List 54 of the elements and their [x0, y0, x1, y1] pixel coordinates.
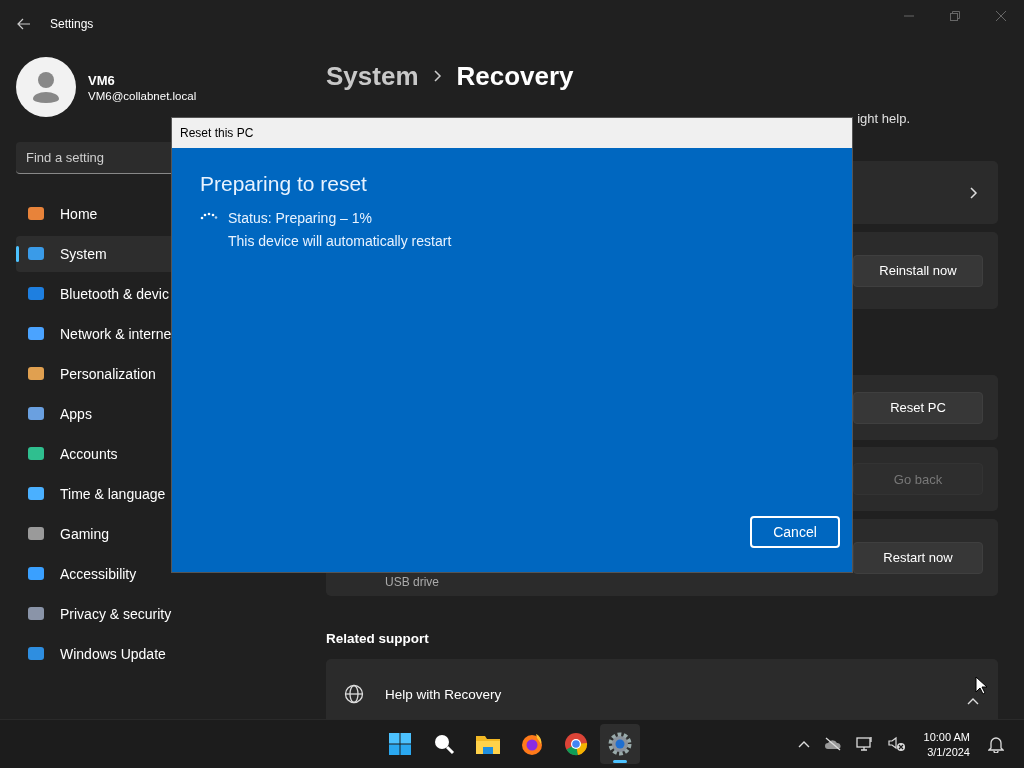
dialog-heading: Preparing to reset [200, 172, 367, 195]
chevron-up-icon[interactable] [797, 740, 810, 748]
nav-icon [27, 245, 45, 263]
action-button[interactable]: Restart now [853, 541, 983, 574]
nav-icon [27, 605, 45, 623]
cursor-icon [975, 676, 987, 695]
taskbar-app[interactable] [600, 724, 640, 764]
browser-icon [564, 732, 588, 756]
windows-icon [388, 732, 412, 756]
help-item[interactable]: Help with Recovery [326, 659, 998, 720]
nav-icon [27, 325, 45, 343]
volume-muted-icon[interactable] [887, 736, 906, 752]
user-email: VM6@collabnet.local [88, 89, 197, 102]
gear-icon [608, 732, 632, 756]
cancel-button[interactable]: Cancel [750, 516, 840, 548]
nav-icon [27, 445, 45, 463]
network-icon[interactable] [855, 736, 874, 752]
section-heading: Related support [326, 631, 429, 646]
card-subtitle: USB drive [385, 575, 440, 589]
clock[interactable]: 10:00 AM 3/1/2024 [923, 730, 970, 758]
folder-icon [475, 733, 501, 755]
nav-icon [27, 365, 45, 383]
nav-icon [27, 645, 45, 663]
nav-icon [27, 205, 45, 223]
nav-icon [27, 285, 45, 303]
nav-item[interactable]: Windows Update [16, 636, 296, 672]
window-title: Settings [50, 17, 94, 31]
dialog-title: Reset this PC [180, 126, 254, 140]
restore-icon[interactable] [950, 11, 960, 21]
nav-item[interactable]: Privacy & security [16, 596, 296, 632]
close-icon[interactable] [996, 11, 1006, 21]
nav-icon [27, 525, 45, 543]
back-icon[interactable] [17, 18, 31, 30]
nav-icon [27, 565, 45, 583]
status-text: Status: Preparing – 1% [228, 210, 373, 226]
user-name: VM6 [88, 72, 116, 88]
bell-icon[interactable] [988, 735, 1004, 753]
search-icon [433, 733, 455, 755]
action-button[interactable]: Reinstall now [853, 254, 983, 287]
nav-item[interactable]: Accessibility [16, 556, 296, 592]
browser-icon [520, 732, 544, 756]
nav-icon [27, 405, 45, 423]
nav-icon [27, 485, 45, 503]
avatar-icon [16, 57, 76, 117]
action-button[interactable]: Reset PC [853, 391, 983, 424]
cloud-off-icon[interactable] [823, 737, 842, 751]
caret-icon[interactable] [967, 697, 979, 705]
chevron-icon[interactable] [969, 185, 979, 200]
breadcrumb-link[interactable]: System [326, 60, 419, 92]
description-text: ight help. [857, 111, 910, 126]
globe-icon [344, 684, 364, 704]
page-title: Recovery [456, 60, 574, 92]
chevron-icon [432, 69, 443, 83]
spinner-icon [200, 212, 218, 220]
